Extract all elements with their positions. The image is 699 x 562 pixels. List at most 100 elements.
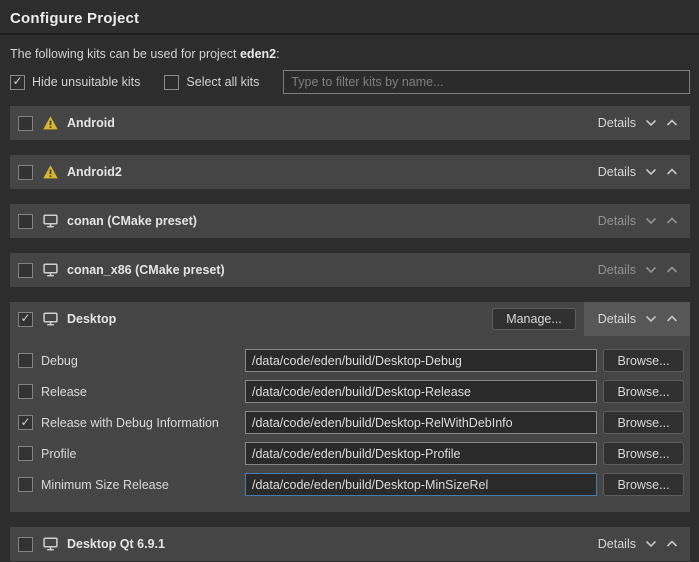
- build-config-checkbox[interactable]: [18, 446, 33, 461]
- build-dir-input[interactable]: [245, 411, 597, 434]
- kit-checkbox[interactable]: [18, 263, 33, 278]
- browse-button[interactable]: Browse...: [603, 411, 684, 434]
- build-config-checkbox[interactable]: [18, 384, 33, 399]
- browse-button[interactable]: Browse...: [603, 473, 684, 496]
- chevron-down-icon: [645, 315, 657, 323]
- build-config-left: Release: [18, 384, 245, 399]
- kit-checkbox[interactable]: [18, 537, 33, 552]
- kit-name: conan_x86 (CMake preset): [67, 263, 584, 277]
- desktop-icon: [42, 262, 59, 278]
- chevron-up-icon: [666, 217, 678, 225]
- desktop-icon: [42, 213, 59, 229]
- build-config-checkbox[interactable]: [18, 353, 33, 368]
- intro-text: The following kits can be used for proje…: [0, 35, 699, 61]
- kit-filter-input[interactable]: [283, 70, 690, 94]
- chevron-up-icon: [666, 119, 678, 127]
- build-dir-input[interactable]: [245, 380, 597, 403]
- hide-unsuitable-checkbox[interactable]: [10, 75, 25, 90]
- build-config-left: Minimum Size Release: [18, 477, 245, 492]
- warning-icon: [42, 164, 59, 180]
- build-config-label: Release: [41, 385, 87, 399]
- desktop-icon: [42, 311, 59, 327]
- intro-suffix: :: [276, 47, 279, 61]
- build-config-label: Profile: [41, 447, 76, 461]
- build-config-row: Profile Browse...: [18, 442, 684, 465]
- kit-name: Android2: [67, 165, 584, 179]
- kit-panel: conan_x86 (CMake preset) Details: [10, 253, 690, 287]
- chevron-up-icon: [666, 540, 678, 548]
- details-label: Details: [598, 263, 636, 277]
- kit-checkbox[interactable]: [18, 165, 33, 180]
- kit-panel: Desktop Manage... Details Debug Browse..…: [10, 302, 690, 512]
- chevron-down-icon: [645, 119, 657, 127]
- details-toggle[interactable]: Details: [584, 204, 690, 238]
- build-dir-input[interactable]: [245, 473, 597, 496]
- warning-icon: [42, 115, 59, 131]
- hide-unsuitable-group[interactable]: Hide unsuitable kits: [10, 75, 140, 90]
- kit-name: conan (CMake preset): [67, 214, 584, 228]
- kit-header: conan (CMake preset) Details: [10, 204, 690, 238]
- chevron-up-icon: [666, 315, 678, 323]
- browse-button[interactable]: Browse...: [603, 349, 684, 372]
- build-config-left: Profile: [18, 446, 245, 461]
- hide-unsuitable-label: Hide unsuitable kits: [32, 75, 140, 89]
- build-config-row: Minimum Size Release Browse...: [18, 473, 684, 496]
- kit-panel: conan (CMake preset) Details: [10, 204, 690, 238]
- chevron-down-icon: [645, 266, 657, 274]
- build-config-checkbox[interactable]: [18, 477, 33, 492]
- kit-name: Android: [67, 116, 584, 130]
- build-config-label: Debug: [41, 354, 78, 368]
- build-config-left: Debug: [18, 353, 245, 368]
- build-config-label: Release with Debug Information: [41, 416, 219, 430]
- select-all-label: Select all kits: [186, 75, 259, 89]
- details-label: Details: [598, 537, 636, 551]
- build-config-row: Release Browse...: [18, 380, 684, 403]
- build-config-label: Minimum Size Release: [41, 478, 169, 492]
- details-toggle[interactable]: Details: [584, 253, 690, 287]
- details-toggle[interactable]: Details: [584, 106, 690, 140]
- build-config-row: Release with Debug Information Browse...: [18, 411, 684, 434]
- kit-header: Desktop Manage... Details: [10, 302, 690, 336]
- kit-panel: Android Details: [10, 106, 690, 140]
- details-label: Details: [598, 116, 636, 130]
- chevron-up-icon: [666, 266, 678, 274]
- details-label: Details: [598, 312, 636, 326]
- kit-checkbox[interactable]: [18, 214, 33, 229]
- kit-list: Android Details: [0, 106, 699, 561]
- build-config-left: Release with Debug Information: [18, 415, 245, 430]
- kit-panel: Android2 Details: [10, 155, 690, 189]
- kit-configs: Debug Browse... Release Browse... Releas…: [10, 336, 690, 512]
- details-toggle[interactable]: Details: [584, 155, 690, 189]
- project-name: eden2: [240, 47, 276, 61]
- build-dir-input[interactable]: [245, 442, 597, 465]
- browse-button[interactable]: Browse...: [603, 380, 684, 403]
- page-title: Configure Project: [10, 10, 689, 27]
- chevron-down-icon: [645, 217, 657, 225]
- kit-header: Android2 Details: [10, 155, 690, 189]
- kit-header: Desktop Qt 6.9.1 Details: [10, 527, 690, 561]
- manage-button[interactable]: Manage...: [492, 308, 576, 330]
- select-all-checkbox[interactable]: [164, 75, 179, 90]
- details-toggle[interactable]: Details: [584, 302, 690, 336]
- configure-project-page: Configure Project The following kits can…: [0, 0, 699, 562]
- desktop-icon: [42, 536, 59, 552]
- filter-bar: Hide unsuitable kits Select all kits: [0, 61, 699, 94]
- kit-name: Desktop Qt 6.9.1: [67, 537, 584, 551]
- details-toggle[interactable]: Details: [584, 527, 690, 561]
- kit-header: Android Details: [10, 106, 690, 140]
- chevron-down-icon: [645, 540, 657, 548]
- kit-checkbox[interactable]: [18, 116, 33, 131]
- select-all-group[interactable]: Select all kits: [164, 75, 259, 90]
- kit-checkbox[interactable]: [18, 312, 33, 327]
- chevron-down-icon: [645, 168, 657, 176]
- intro-prefix: The following kits can be used for proje…: [10, 47, 240, 61]
- details-label: Details: [598, 214, 636, 228]
- kit-header: conan_x86 (CMake preset) Details: [10, 253, 690, 287]
- details-label: Details: [598, 165, 636, 179]
- kit-name: Desktop: [67, 312, 492, 326]
- chevron-up-icon: [666, 168, 678, 176]
- page-title-bar: Configure Project: [0, 0, 699, 35]
- browse-button[interactable]: Browse...: [603, 442, 684, 465]
- build-config-checkbox[interactable]: [18, 415, 33, 430]
- build-dir-input[interactable]: [245, 349, 597, 372]
